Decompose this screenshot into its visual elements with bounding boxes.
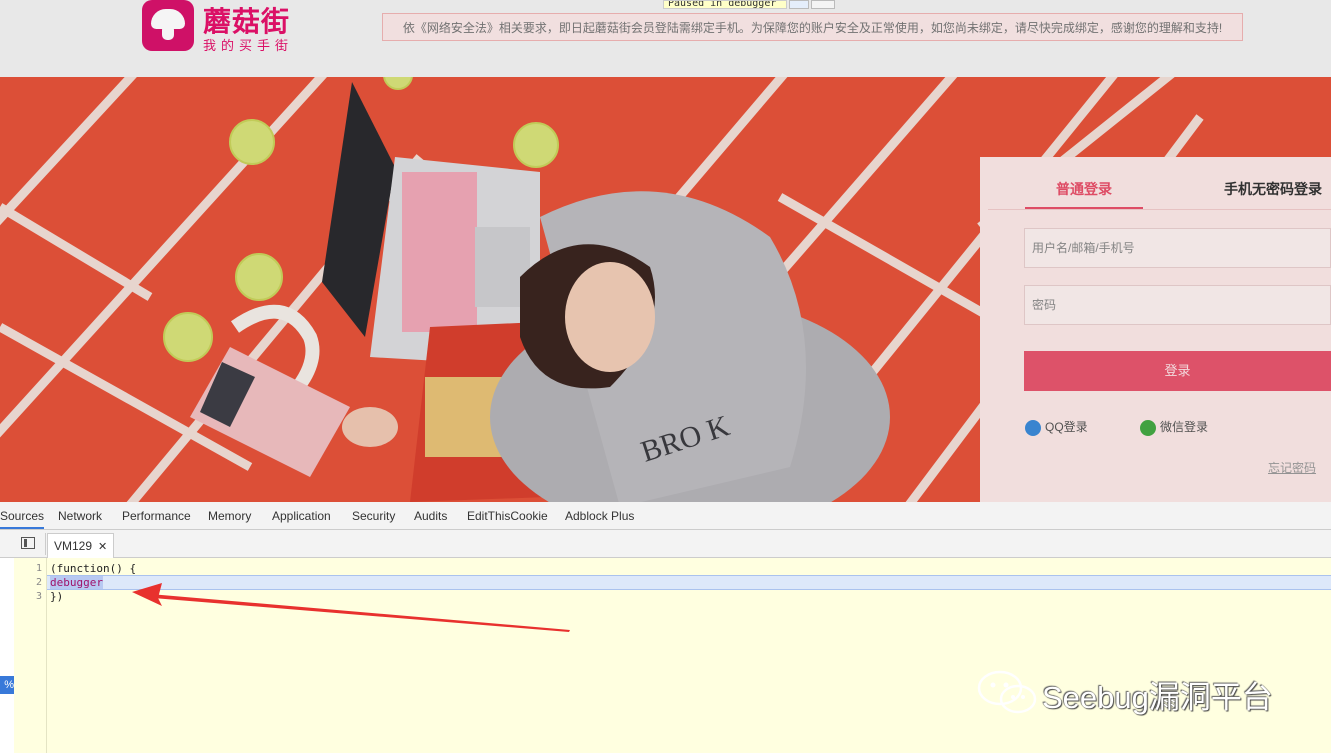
step-over-button[interactable]	[811, 0, 835, 9]
tab-sources[interactable]: Sources	[0, 502, 45, 529]
qq-login-label: QQ登录	[1045, 420, 1088, 434]
percent-badge: %	[0, 676, 14, 694]
tab-divider	[988, 209, 1331, 210]
resume-script-button[interactable]	[789, 0, 809, 9]
paused-in-debugger-banner: Paused in debugger	[663, 0, 787, 9]
qq-login-link[interactable]: QQ登录	[1025, 418, 1088, 436]
wechat-login-label: 微信登录	[1160, 420, 1209, 434]
tab-network[interactable]: Network	[58, 502, 102, 529]
code-line: })	[50, 590, 64, 603]
wechat-watermark-icon	[977, 670, 1037, 714]
tab-audits[interactable]: Audits	[414, 502, 447, 529]
debugger-statement: debugger	[50, 576, 103, 589]
hero-banner: BRO K 普通登录 手机无密码登录 登录 QQ登录 微信登录 忘记密码	[0, 77, 1331, 502]
tab-normal-login[interactable]: 普通登录	[1025, 179, 1143, 199]
login-panel: 普通登录 手机无密码登录 登录 QQ登录 微信登录 忘记密码	[980, 157, 1331, 502]
mushroom-logo-icon[interactable]	[142, 0, 194, 51]
devtools-tab-bar: Sources Network Performance Memory Appli…	[0, 502, 1331, 530]
tab-performance[interactable]: Performance	[122, 502, 191, 529]
login-button[interactable]: 登录	[1024, 351, 1331, 391]
password-input[interactable]	[1024, 285, 1331, 325]
tab-memory[interactable]: Memory	[208, 502, 251, 529]
line-number[interactable]: 2	[14, 577, 42, 588]
tab-security[interactable]: Security	[352, 502, 395, 529]
code-line-paused: debugger	[50, 576, 103, 589]
logo-name[interactable]: 蘑菇街	[203, 0, 290, 40]
file-tab-vm129[interactable]: VM129 ✕	[47, 533, 115, 558]
code-editor[interactable]: 1 2 3 (function() { debugger })	[14, 558, 1331, 753]
logo-slogan: 我的买手街	[203, 38, 294, 53]
qq-icon	[1025, 419, 1041, 436]
site-header: 蘑菇街 我的买手街 依《网络安全法》相关要求，即日起蘑菇街会员登陆需绑定手机。为…	[0, 0, 1331, 77]
watermark-text: Seebug漏洞平台	[1042, 680, 1273, 715]
navigator-pane: %	[0, 558, 15, 753]
file-tab-label: VM129	[54, 539, 93, 553]
line-number[interactable]: 1	[14, 563, 42, 574]
username-input[interactable]	[1024, 228, 1331, 268]
security-notice: 依《网络安全法》相关要求，即日起蘑菇街会员登陆需绑定手机。为保障您的账户安全及正…	[382, 13, 1243, 41]
forgot-password-link[interactable]: 忘记密码	[1268, 459, 1316, 476]
wechat-icon	[1140, 419, 1156, 436]
close-icon[interactable]: ✕	[98, 541, 107, 553]
line-number[interactable]: 3	[14, 591, 42, 602]
toolbar-divider	[45, 533, 46, 555]
sources-toolbar: VM129 ✕	[0, 530, 1331, 558]
tab-adblock-plus[interactable]: Adblock Plus	[565, 502, 634, 529]
tab-editthiscookie[interactable]: EditThisCookie	[467, 502, 548, 529]
tab-phone-login[interactable]: 手机无密码登录	[1224, 179, 1322, 199]
tab-application[interactable]: Application	[272, 502, 331, 529]
toggle-navigator-icon[interactable]	[21, 537, 35, 549]
wechat-login-link[interactable]: 微信登录	[1140, 418, 1208, 436]
code-line: (function() {	[50, 562, 137, 575]
execution-line-highlight	[47, 575, 1331, 590]
